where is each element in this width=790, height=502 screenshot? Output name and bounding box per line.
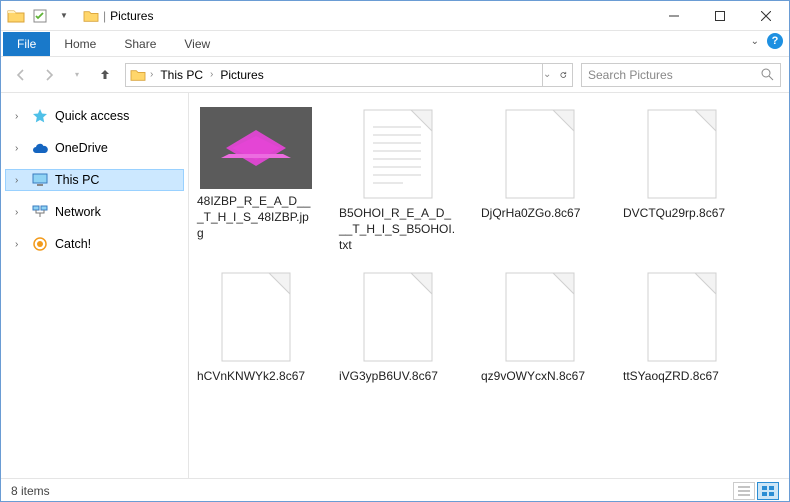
file-item[interactable]: B5OHOI_R_E_A_D___T_H_I_S_B5OHOI.txt <box>339 107 457 254</box>
up-button[interactable] <box>93 63 117 87</box>
tab-share[interactable]: Share <box>110 32 170 56</box>
nav-onedrive[interactable]: › OneDrive <box>5 137 184 159</box>
nav-this-pc[interactable]: › This PC <box>5 169 184 191</box>
file-item[interactable]: 48IZBP_R_E_A_D___T_H_I_S_48IZBP.jpg <box>197 107 315 254</box>
qat-dropdown[interactable]: ▼ <box>53 5 75 27</box>
ribbon-expand-button[interactable]: ⌄ <box>751 36 759 47</box>
file-item[interactable]: qz9vOWYcxN.8c67 <box>481 270 599 384</box>
help-icon[interactable]: ? <box>767 33 783 49</box>
nav-label: OneDrive <box>55 141 108 155</box>
folder-icon <box>5 5 27 27</box>
search-icon <box>761 68 774 81</box>
chevron-right-icon[interactable]: › <box>15 207 25 218</box>
window-title-text: Pictures <box>110 9 153 23</box>
nav-catch[interactable]: › Catch! <box>5 233 184 255</box>
file-name: iVG3ypB6UV.8c67 <box>339 368 457 384</box>
search-placeholder: Search Pictures <box>588 68 673 82</box>
ribbon: File Home Share View ⌄ ? <box>1 31 789 57</box>
blank-file-icon <box>643 107 721 201</box>
file-name: hCVnKNWYk2.8c67 <box>197 368 315 384</box>
file-item[interactable]: iVG3ypB6UV.8c67 <box>339 270 457 384</box>
chevron-right-icon[interactable]: › <box>148 69 155 80</box>
address-dropdown[interactable]: ⌄ <box>543 69 551 80</box>
file-item[interactable]: hCVnKNWYk2.8c67 <box>197 270 315 384</box>
nav-label: Network <box>55 205 101 219</box>
star-icon <box>31 108 49 124</box>
file-name: DVCTQu29rp.8c67 <box>623 205 741 221</box>
monitor-icon <box>31 172 49 188</box>
file-item[interactable]: DVCTQu29rp.8c67 <box>623 107 741 254</box>
search-input[interactable]: Search Pictures <box>581 63 781 87</box>
blank-file-icon <box>359 270 437 364</box>
blank-file-icon <box>501 107 579 201</box>
chevron-right-icon[interactable]: › <box>15 143 25 154</box>
blank-file-icon <box>217 270 295 364</box>
nav-network[interactable]: › Network <box>5 201 184 223</box>
window-title: | Pictures <box>79 9 651 23</box>
minimize-button[interactable] <box>651 1 697 31</box>
address-folder-icon <box>130 68 146 82</box>
title-folder-icon <box>83 9 99 23</box>
item-count: 8 items <box>11 484 50 498</box>
refresh-icon[interactable] <box>559 68 568 82</box>
cloud-icon <box>31 140 49 156</box>
navigation-pane: › Quick access › OneDrive › This PC › Ne… <box>1 93 189 478</box>
blank-file-icon <box>643 270 721 364</box>
navigation-bar: ▾ › This PC › Pictures ⌄ Search Pictures <box>1 57 789 93</box>
file-name: ttSYaoqZRD.8c67 <box>623 368 741 384</box>
recent-locations-button[interactable]: ▾ <box>65 63 89 87</box>
address-bar[interactable]: › This PC › Pictures ⌄ <box>125 63 573 87</box>
file-item[interactable]: ttSYaoqZRD.8c67 <box>623 270 741 384</box>
catch-icon <box>31 236 49 252</box>
details-view-button[interactable] <box>733 482 755 500</box>
status-bar: 8 items <box>1 478 789 502</box>
back-button[interactable] <box>9 63 33 87</box>
tab-file[interactable]: File <box>3 32 50 56</box>
tab-home[interactable]: Home <box>50 32 110 56</box>
forward-button[interactable] <box>37 63 61 87</box>
thumbnails-view-button[interactable] <box>757 482 779 500</box>
image-thumbnail <box>200 107 312 189</box>
chevron-right-icon[interactable]: › <box>15 239 25 250</box>
blank-file-icon <box>501 270 579 364</box>
close-button[interactable] <box>743 1 789 31</box>
maximize-button[interactable] <box>697 1 743 31</box>
tab-view[interactable]: View <box>170 32 224 56</box>
nav-label: Catch! <box>55 237 91 251</box>
file-item[interactable]: DjQrHa0ZGo.8c67 <box>481 107 599 254</box>
file-name: DjQrHa0ZGo.8c67 <box>481 205 599 221</box>
file-name: B5OHOI_R_E_A_D___T_H_I_S_B5OHOI.txt <box>339 205 457 254</box>
network-icon <box>31 204 49 220</box>
crumb-this-pc[interactable]: This PC <box>157 68 206 82</box>
quick-access-toolbar: ▼ <box>1 5 79 27</box>
qat-properties-button[interactable] <box>29 5 51 27</box>
file-list: 48IZBP_R_E_A_D___T_H_I_S_48IZBP.jpg B5OH… <box>189 93 789 478</box>
text-file-icon <box>359 107 437 201</box>
file-name: qz9vOWYcxN.8c67 <box>481 368 599 384</box>
view-toggle <box>733 482 779 500</box>
chevron-right-icon[interactable]: › <box>15 175 25 186</box>
nav-quick-access[interactable]: › Quick access <box>5 105 184 127</box>
title-bar: ▼ | Pictures <box>1 1 789 31</box>
window-controls <box>651 1 789 31</box>
chevron-right-icon[interactable]: › <box>15 111 25 122</box>
chevron-right-icon[interactable]: › <box>208 69 215 80</box>
nav-label: Quick access <box>55 109 129 123</box>
nav-label: This PC <box>55 173 99 187</box>
crumb-pictures[interactable]: Pictures <box>217 68 266 82</box>
file-name: 48IZBP_R_E_A_D___T_H_I_S_48IZBP.jpg <box>197 193 315 242</box>
